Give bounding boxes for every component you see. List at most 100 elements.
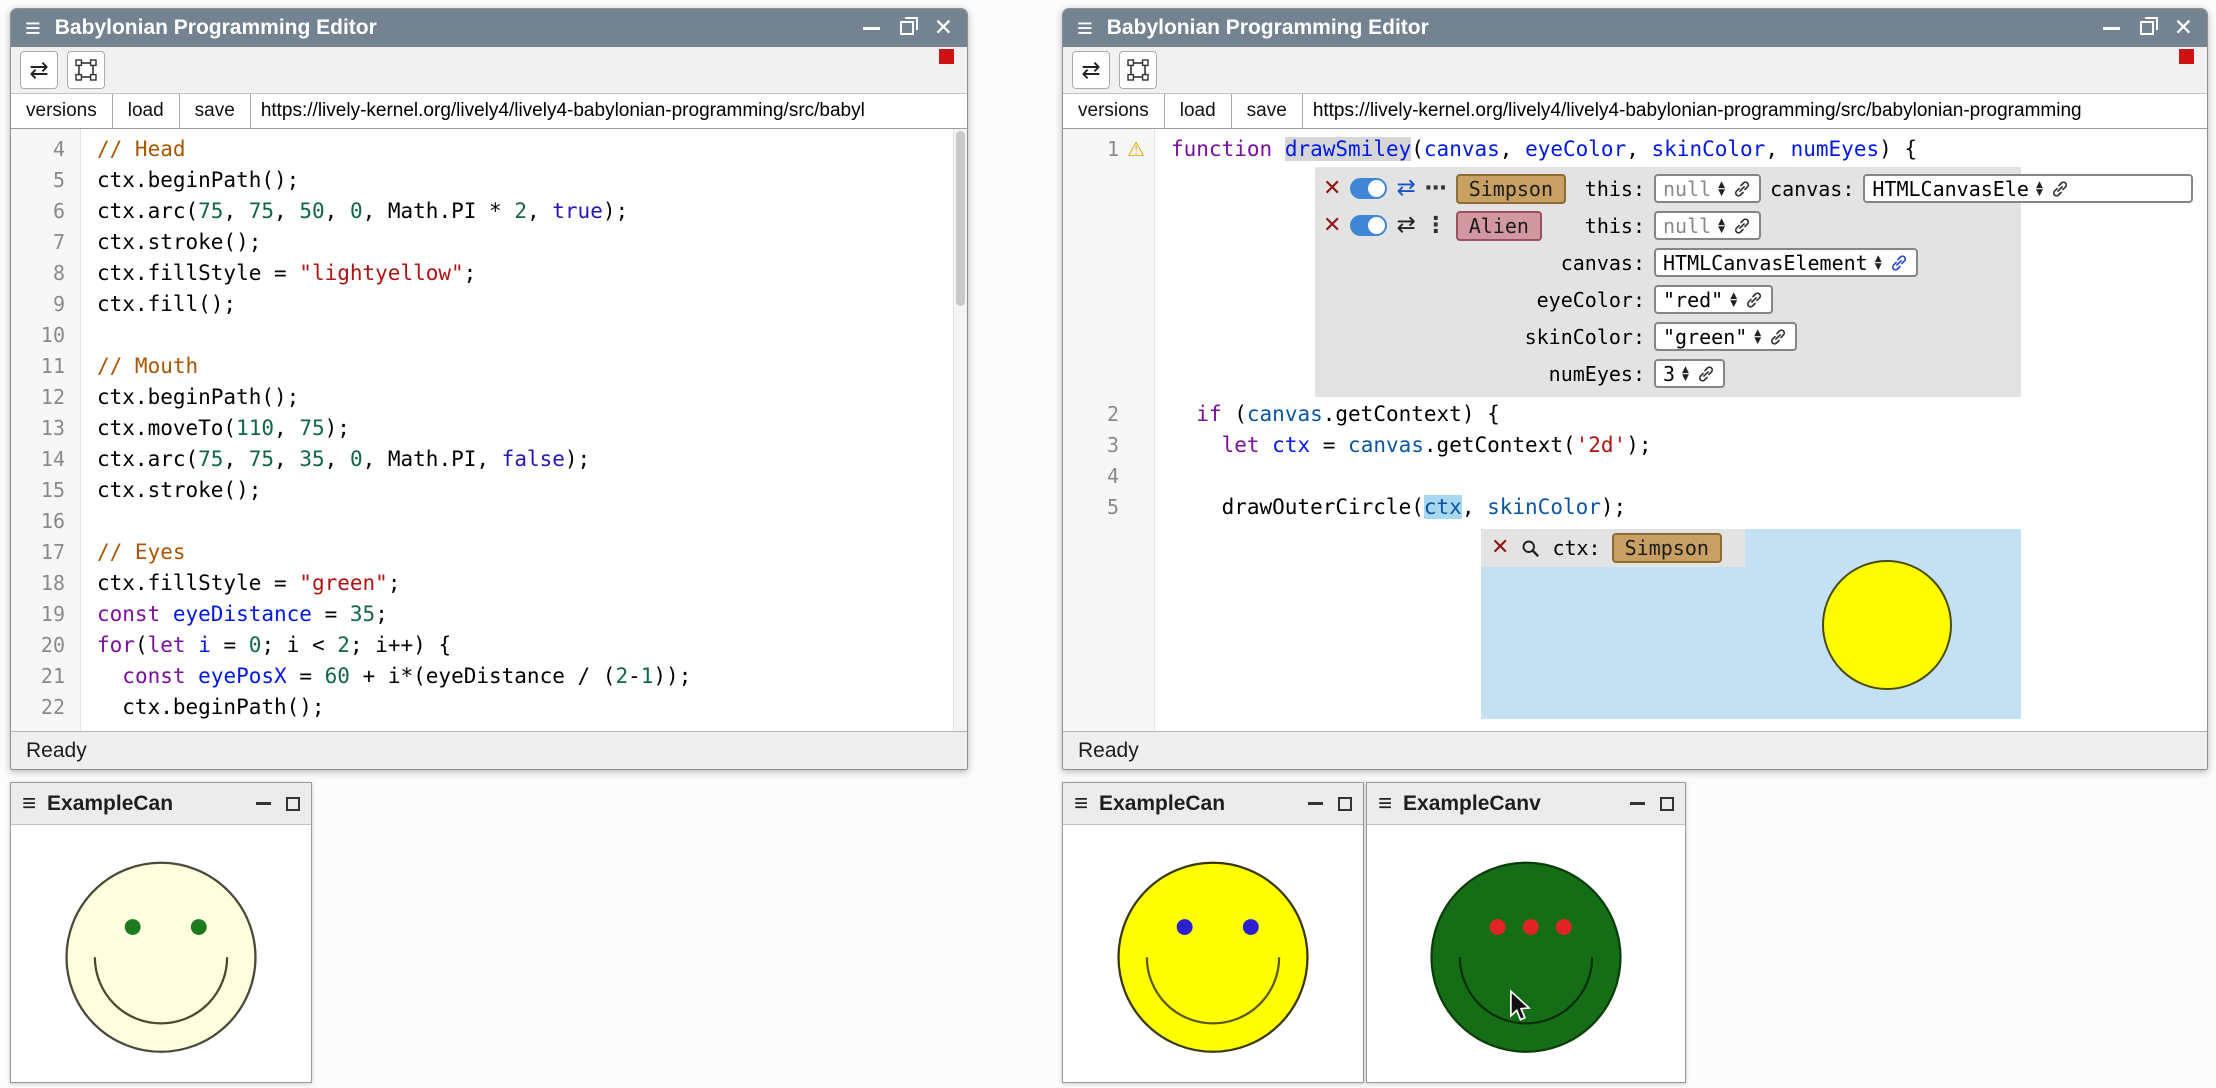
code-text[interactable]: ctx.fillStyle = "green"; <box>81 568 400 599</box>
code-text[interactable]: ctx.fill(); <box>81 289 236 320</box>
minimize-button[interactable] <box>2103 27 2120 30</box>
load-button[interactable]: load <box>1165 94 1232 128</box>
example-toggle[interactable] <box>1350 215 1387 236</box>
value-box[interactable]: 3▲▼ <box>1654 359 1725 388</box>
code-text[interactable]: ctx.beginPath(); <box>81 382 299 413</box>
stepper-icon[interactable]: ▲▼ <box>1730 292 1737 308</box>
value-box-canvas[interactable]: HTMLCanvasEle ▲▼ <box>1863 174 2193 203</box>
maximize-button[interactable] <box>900 21 914 35</box>
code-line[interactable]: 11// Mouth <box>11 351 967 382</box>
line-number-gutter[interactable]: 21 <box>11 661 81 692</box>
value-box-this[interactable]: null ▲▼ <box>1654 174 1761 203</box>
code-line[interactable]: 5 drawOuterCircle(ctx, skinColor); <box>1063 492 2207 523</box>
line-number-gutter[interactable]: 19 <box>11 599 81 630</box>
link-icon[interactable] <box>1744 290 1764 310</box>
line-number-gutter[interactable]: 2 <box>1063 399 1155 430</box>
code-line[interactable]: 12ctx.beginPath(); <box>11 382 967 413</box>
code-line[interactable]: 4 <box>1063 461 2207 492</box>
select-frame-button[interactable] <box>67 51 105 89</box>
code-text[interactable]: // Head <box>81 134 186 165</box>
code-line[interactable]: 19const eyeDistance = 35; <box>11 599 967 630</box>
scrollbar-thumb[interactable] <box>956 131 965 306</box>
code-line[interactable]: 1⚠function drawSmiley(canvas, eyeColor, … <box>1063 134 2207 165</box>
code-line[interactable]: 14ctx.arc(75, 75, 35, 0, Math.PI, false)… <box>11 444 967 475</box>
code-text[interactable] <box>1155 461 1171 492</box>
code-line[interactable]: 15ctx.stroke(); <box>11 475 967 506</box>
line-number-gutter[interactable]: 14 <box>11 444 81 475</box>
link-icon[interactable] <box>1768 327 1788 347</box>
maximize-button[interactable] <box>2140 21 2154 35</box>
code-text[interactable]: ctx.fillStyle = "lightyellow"; <box>81 258 476 289</box>
vertical-scrollbar[interactable] <box>953 129 967 731</box>
smiley-canvas[interactable] <box>11 825 311 1082</box>
example-badge-simpson[interactable]: Simpson <box>1456 174 1566 204</box>
line-number-gutter[interactable]: 15 <box>11 475 81 506</box>
titlebar[interactable]: ≡ ExampleCan <box>11 783 311 825</box>
hamburger-menu-icon[interactable]: ≡ <box>1077 15 1093 42</box>
code-text[interactable]: const eyePosX = 60 + i*(eyeDistance / (2… <box>81 661 691 692</box>
versions-button[interactable]: versions <box>1063 94 1165 128</box>
line-number-gutter[interactable]: 22 <box>11 692 81 723</box>
code-text[interactable]: drawOuterCircle(ctx, skinColor); <box>1155 492 1626 523</box>
code-line[interactable]: 7ctx.stroke(); <box>11 227 967 258</box>
code-line[interactable]: 10 <box>11 320 967 351</box>
delete-probe-icon[interactable]: ✕ <box>1491 537 1509 559</box>
stepper-icon[interactable]: ▲▼ <box>1875 255 1882 271</box>
link-icon[interactable] <box>1696 364 1716 384</box>
line-number-gutter[interactable]: 3 <box>1063 430 1155 461</box>
code-line[interactable]: 5ctx.beginPath(); <box>11 165 967 196</box>
smiley-canvas[interactable] <box>1063 825 1363 1082</box>
line-number-gutter[interactable]: 20 <box>11 630 81 661</box>
more-options-icon[interactable]: ⋮ <box>1425 215 1447 237</box>
link-icon[interactable] <box>1889 253 1909 273</box>
code-text[interactable]: function drawSmiley(canvas, eyeColor, sk… <box>1155 134 1917 165</box>
line-number-gutter[interactable]: 5 <box>1063 492 1155 523</box>
line-number-gutter[interactable]: 9 <box>11 289 81 320</box>
hamburger-menu-icon[interactable]: ≡ <box>1074 792 1088 816</box>
code-text[interactable]: ctx.beginPath(); <box>81 692 325 723</box>
line-number-gutter[interactable]: 5 <box>11 165 81 196</box>
code-line[interactable]: 6ctx.arc(75, 75, 50, 0, Math.PI * 2, tru… <box>11 196 967 227</box>
line-number-gutter[interactable]: 7 <box>11 227 81 258</box>
code-line[interactable]: 4// Head <box>11 134 967 165</box>
hamburger-menu-icon[interactable]: ≡ <box>25 15 41 42</box>
close-button[interactable]: ✕ <box>2174 17 2193 40</box>
maximize-button[interactable] <box>1660 797 1674 811</box>
versions-button[interactable]: versions <box>11 94 113 128</box>
load-button[interactable]: load <box>113 94 180 128</box>
code-text[interactable]: for(let i = 0; i < 2; i++) { <box>81 630 451 661</box>
code-line[interactable]: 18ctx.fillStyle = "green"; <box>11 568 967 599</box>
minimize-button[interactable] <box>1630 802 1645 805</box>
swap-icon[interactable]: ⇄ <box>1396 214 1415 237</box>
url-field[interactable]: https://lively-kernel.org/lively4/lively… <box>251 94 967 128</box>
swap-views-button[interactable]: ⇄ <box>1072 51 1110 89</box>
maximize-button[interactable] <box>286 797 300 811</box>
code-text[interactable]: let ctx = canvas.getContext('2d'); <box>1155 430 1652 461</box>
hamburger-menu-icon[interactable]: ≡ <box>1378 792 1392 816</box>
line-number-gutter[interactable]: 12 <box>11 382 81 413</box>
stepper-icon[interactable]: ▲▼ <box>1718 181 1725 197</box>
titlebar[interactable]: ≡ Babylonian Programming Editor ✕ <box>11 9 967 47</box>
titlebar[interactable]: ≡ ExampleCan <box>1063 783 1363 825</box>
value-box[interactable]: HTMLCanvasElement▲▼ <box>1654 248 1918 277</box>
link-icon[interactable] <box>1732 179 1752 199</box>
code-line[interactable]: 8ctx.fillStyle = "lightyellow"; <box>11 258 967 289</box>
code-line[interactable]: 3 let ctx = canvas.getContext('2d'); <box>1063 430 2207 461</box>
code-line[interactable]: 16 <box>11 506 967 537</box>
code-text[interactable] <box>81 320 97 351</box>
code-text[interactable]: ctx.arc(75, 75, 35, 0, Math.PI, false); <box>81 444 590 475</box>
code-text[interactable]: // Mouth <box>81 351 198 382</box>
code-text[interactable]: ctx.stroke(); <box>81 475 261 506</box>
delete-example-icon[interactable]: ✕ <box>1323 178 1341 200</box>
line-number-gutter[interactable]: 10 <box>11 320 81 351</box>
titlebar[interactable]: ≡ ExampleCanv <box>1367 783 1685 825</box>
line-number-gutter[interactable]: 16 <box>11 506 81 537</box>
smiley-canvas[interactable] <box>1367 825 1685 1082</box>
minimize-button[interactable] <box>256 802 271 805</box>
example-badge-alien[interactable]: Alien <box>1456 211 1542 241</box>
example-badge-simpson[interactable]: Simpson <box>1612 533 1722 563</box>
code-line[interactable]: 20for(let i = 0; i < 2; i++) { <box>11 630 967 661</box>
swap-views-button[interactable]: ⇄ <box>20 51 58 89</box>
stepper-icon[interactable]: ▲▼ <box>1718 218 1725 234</box>
code-line[interactable]: 21 const eyePosX = 60 + i*(eyeDistance /… <box>11 661 967 692</box>
